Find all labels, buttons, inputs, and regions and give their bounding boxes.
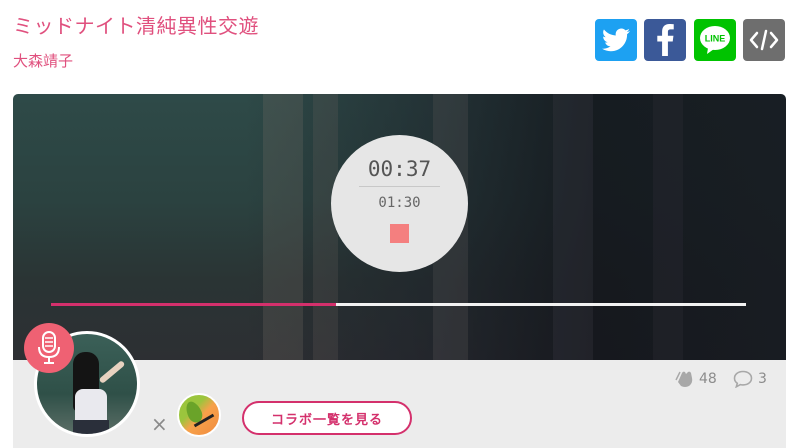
timer-circle: 00:37 01:30 bbox=[331, 135, 468, 272]
background-stripe bbox=[653, 94, 683, 360]
avatar-figure-arm bbox=[98, 360, 126, 384]
clap-icon bbox=[675, 371, 693, 387]
facebook-share-button[interactable] bbox=[644, 19, 686, 61]
timer-divider bbox=[359, 186, 440, 187]
background-stripe bbox=[553, 94, 593, 360]
facebook-icon bbox=[657, 24, 674, 56]
applause-stat[interactable]: 48 bbox=[674, 370, 717, 388]
microphone-badge bbox=[24, 323, 74, 373]
current-time: 00:37 bbox=[367, 157, 432, 181]
progress-bar[interactable] bbox=[51, 303, 746, 306]
comment-stat[interactable]: 3 bbox=[733, 370, 767, 388]
code-embed-icon bbox=[749, 29, 779, 51]
background-stripe bbox=[263, 94, 303, 360]
microphone-icon bbox=[38, 331, 60, 364]
comment-icon bbox=[733, 370, 753, 388]
embed-button[interactable] bbox=[743, 19, 785, 61]
comment-count: 3 bbox=[758, 371, 767, 387]
applause-count: 48 bbox=[699, 371, 717, 387]
player-area[interactable]: 00:37 01:30 bbox=[13, 94, 786, 360]
artist-name[interactable]: 大森靖子 bbox=[13, 50, 73, 71]
song-title: ミッドナイト清純異性交遊 bbox=[13, 14, 259, 38]
stop-icon[interactable] bbox=[390, 224, 409, 243]
twitter-share-button[interactable] bbox=[595, 19, 637, 61]
collab-times-glyph: × bbox=[151, 412, 168, 436]
collab-list-button[interactable]: コラボ一覧を見る bbox=[242, 401, 412, 435]
total-time: 01:30 bbox=[378, 195, 421, 211]
line-icon: LINE bbox=[700, 26, 730, 54]
line-share-button[interactable]: LINE bbox=[694, 19, 736, 61]
line-label: LINE bbox=[705, 34, 726, 44]
progress-fill bbox=[51, 303, 336, 306]
collaborator-avatar[interactable] bbox=[177, 393, 221, 437]
twitter-icon bbox=[602, 28, 630, 52]
